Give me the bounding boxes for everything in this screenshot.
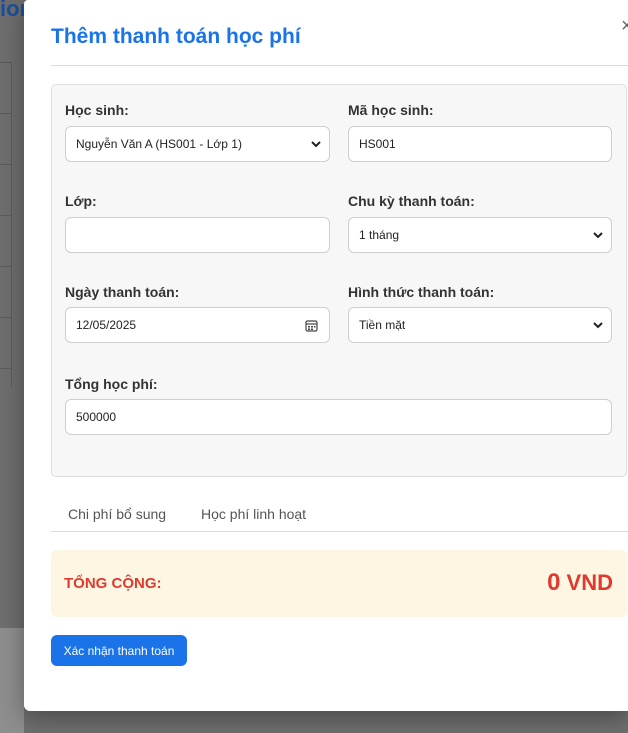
fee-tabs: Chi phí bổ sung Học phí linh hoạt: [51, 498, 628, 532]
total-currency: VND: [566, 570, 613, 595]
total-fee-label: Tổng học phí:: [65, 376, 158, 392]
confirm-payment-button[interactable]: Xác nhận thanh toán: [51, 635, 187, 666]
class-field[interactable]: [65, 217, 330, 253]
total-amount-value: 0: [547, 569, 561, 596]
cycle-select-value: 1 tháng: [359, 228, 400, 242]
student-select[interactable]: Nguyễn Văn A (HS001 - Lớp 1): [65, 126, 330, 162]
chevron-down-icon: [311, 141, 321, 148]
modal-title: Thêm thanh toán học phí: [51, 25, 301, 48]
total-fee-field[interactable]: 500000: [65, 399, 612, 435]
date-field[interactable]: 12/05/2025: [65, 307, 330, 343]
title-divider: [51, 65, 628, 66]
background-lower-area: [0, 628, 24, 733]
calendar-icon[interactable]: [305, 319, 318, 332]
total-summary: TỔNG CỘNG: 0 VND: [51, 550, 627, 617]
date-value: 12/05/2025: [76, 318, 137, 332]
total-label: TỔNG CỘNG:: [64, 575, 162, 592]
tab-flexible-fees[interactable]: Học phí linh hoạt: [201, 506, 306, 522]
student-code-label: Mã học sinh:: [348, 102, 434, 118]
student-code-field[interactable]: HS001: [348, 126, 612, 162]
cycle-label: Chu kỳ thanh toán:: [348, 193, 475, 209]
close-icon[interactable]: ×: [621, 16, 628, 36]
date-label: Ngày thanh toán:: [65, 284, 180, 300]
background-table: [0, 62, 12, 387]
payment-form: Học sinh: Nguyễn Văn A (HS001 - Lớp 1) M…: [51, 84, 627, 477]
total-amount: 0 VND: [547, 569, 613, 597]
cycle-select[interactable]: 1 tháng: [348, 217, 612, 253]
student-label: Học sinh:: [65, 102, 129, 118]
payment-method-select[interactable]: Tiền mặt: [348, 307, 612, 343]
payment-modal: × Thêm thanh toán học phí Học sinh: Nguy…: [24, 0, 628, 711]
total-fee-value: 500000: [76, 410, 117, 424]
student-select-value: Nguyễn Văn A (HS001 - Lớp 1): [76, 137, 242, 151]
tab-additional-costs[interactable]: Chi phí bổ sung: [68, 506, 166, 522]
student-code-value: HS001: [359, 137, 396, 151]
chevron-down-icon: [593, 232, 603, 239]
payment-method-label: Hình thức thanh toán:: [348, 284, 495, 300]
chevron-down-icon: [593, 322, 603, 329]
payment-method-value: Tiền mặt: [359, 318, 406, 332]
class-label: Lớp:: [65, 193, 97, 209]
